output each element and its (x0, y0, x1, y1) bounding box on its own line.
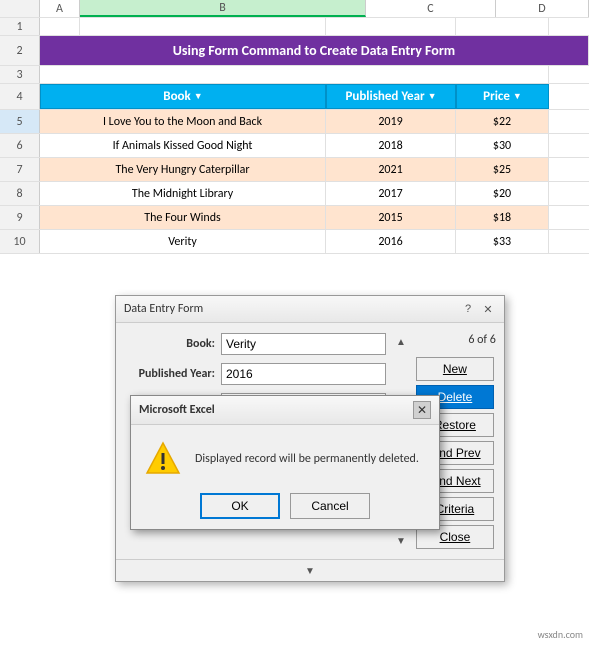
row-num-1: 1 (0, 18, 40, 35)
cell-price-6: $30 (456, 134, 549, 157)
excel-dialog-buttons: OK Cancel (145, 493, 425, 519)
row-num-8: 8 (0, 182, 40, 205)
record-info: 6 of 6 (416, 333, 496, 347)
cell-book-8: The Midnight Library (40, 182, 326, 205)
price-dropdown-arrow[interactable]: ▼ (513, 91, 522, 102)
excel-dialog-title: Microsoft Excel (139, 403, 215, 417)
header-year[interactable]: Published Year ▼ (326, 84, 456, 109)
scroll-up-arrow[interactable]: ▲ (394, 333, 408, 350)
excel-dialog-message: Displayed record will be permanently del… (195, 452, 419, 466)
cell-book-6: If Animals Kissed Good Night (40, 134, 326, 157)
excel-dialog-titlebar: Microsoft Excel ✕ (131, 396, 439, 425)
dialog-scroll-bottom: ▼ (116, 559, 504, 581)
book-field-label: Book: (126, 337, 221, 351)
header-book[interactable]: Book ▼ (40, 84, 326, 109)
row-num-2: 2 (0, 36, 40, 65)
cell-price-10: $33 (456, 230, 549, 253)
cell-book-5: I Love You to the Moon and Back (40, 110, 326, 133)
row-7: 7 The Very Hungry Caterpillar 2021 $25 (0, 158, 589, 182)
row-4: 4 Book ▼ Published Year ▼ Price ▼ (0, 84, 589, 110)
year-dropdown-arrow[interactable]: ▼ (428, 91, 437, 102)
header-price-label: Price (483, 89, 510, 104)
cell-year-5: 2019 (326, 110, 456, 133)
cell-year-7: 2021 (326, 158, 456, 181)
cell-year-8: 2017 (326, 182, 456, 205)
cell-b3 (40, 66, 549, 83)
dialog-close-x-button[interactable]: ✕ (480, 301, 496, 317)
dialog-help-button[interactable]: ? (460, 301, 476, 317)
cell-book-10: Verity (40, 230, 326, 253)
header-book-label: Book (163, 89, 191, 104)
header-year-label: Published Year (345, 89, 424, 104)
cell-book-9: The Four Winds (40, 206, 326, 229)
row-6: 6 If Animals Kissed Good Night 2018 $30 (0, 134, 589, 158)
row-2: 2 Using Form Command to Create Data Entr… (0, 36, 589, 66)
dialog-title: Data Entry Form (124, 302, 203, 316)
cell-year-9: 2015 (326, 206, 456, 229)
col-letters-row: A B C D (0, 0, 589, 18)
year-field-row: Published Year: (126, 363, 386, 385)
col-header-a: A (40, 0, 80, 17)
row-num-10: 10 (0, 230, 40, 253)
scroll-down-arrow[interactable]: ▼ (394, 532, 408, 549)
row-num-3: 3 (0, 66, 40, 83)
header-price[interactable]: Price ▼ (456, 84, 549, 109)
col-header-d: D (496, 0, 589, 17)
excel-dialog-content: Displayed record will be permanently del… (145, 441, 425, 477)
cell-year-6: 2018 (326, 134, 456, 157)
spreadsheet: A B C D 1 2 Using Form Command to Create… (0, 0, 589, 254)
row-1: 1 (0, 18, 589, 36)
book-dropdown-arrow[interactable]: ▼ (194, 91, 203, 102)
scroll-bottom-arrow[interactable]: ▼ (305, 564, 315, 577)
cell-c1 (326, 18, 456, 35)
book-field-row: Book: (126, 333, 386, 355)
excel-dialog-close-button[interactable]: ✕ (413, 401, 431, 419)
watermark: wsxdn.com (538, 628, 583, 641)
title-cell: Using Form Command to Create Data Entry … (40, 36, 589, 65)
excel-ok-button[interactable]: OK (200, 493, 280, 519)
col-header-c: C (366, 0, 496, 17)
row-9: 9 The Four Winds 2015 $18 (0, 206, 589, 230)
year-field-label: Published Year: (126, 367, 221, 381)
col-header-b: B (80, 0, 366, 17)
row-5: 5 I Love You to the Moon and Back 2019 $… (0, 110, 589, 134)
cell-b1 (80, 18, 326, 35)
row-num-5: 5 (0, 110, 40, 133)
row-num-6: 6 (0, 134, 40, 157)
year-field-input[interactable] (221, 363, 386, 385)
dialog-titlebar: Data Entry Form ? ✕ (116, 296, 504, 323)
book-field-input[interactable] (221, 333, 386, 355)
cell-price-7: $25 (456, 158, 549, 181)
corner-cell (0, 0, 40, 17)
new-button[interactable]: New (416, 357, 494, 381)
cell-year-10: 2016 (326, 230, 456, 253)
row-num-7: 7 (0, 158, 40, 181)
excel-dialog-body: Displayed record will be permanently del… (131, 425, 439, 529)
excel-cancel-button[interactable]: Cancel (290, 493, 370, 519)
cell-a1 (40, 18, 80, 35)
row-3: 3 (0, 66, 589, 84)
dialog-title-buttons: ? ✕ (460, 301, 496, 317)
warning-icon (145, 441, 181, 477)
cell-d1 (456, 18, 549, 35)
row-num-9: 9 (0, 206, 40, 229)
cell-price-9: $18 (456, 206, 549, 229)
row-8: 8 The Midnight Library 2017 $20 (0, 182, 589, 206)
cell-book-7: The Very Hungry Caterpillar (40, 158, 326, 181)
cell-price-5: $22 (456, 110, 549, 133)
row-10: 10 Verity 2016 $33 (0, 230, 589, 254)
row-num-4: 4 (0, 84, 40, 109)
cell-price-8: $20 (456, 182, 549, 205)
excel-confirm-dialog[interactable]: Microsoft Excel ✕ Displayed record will … (130, 395, 440, 530)
